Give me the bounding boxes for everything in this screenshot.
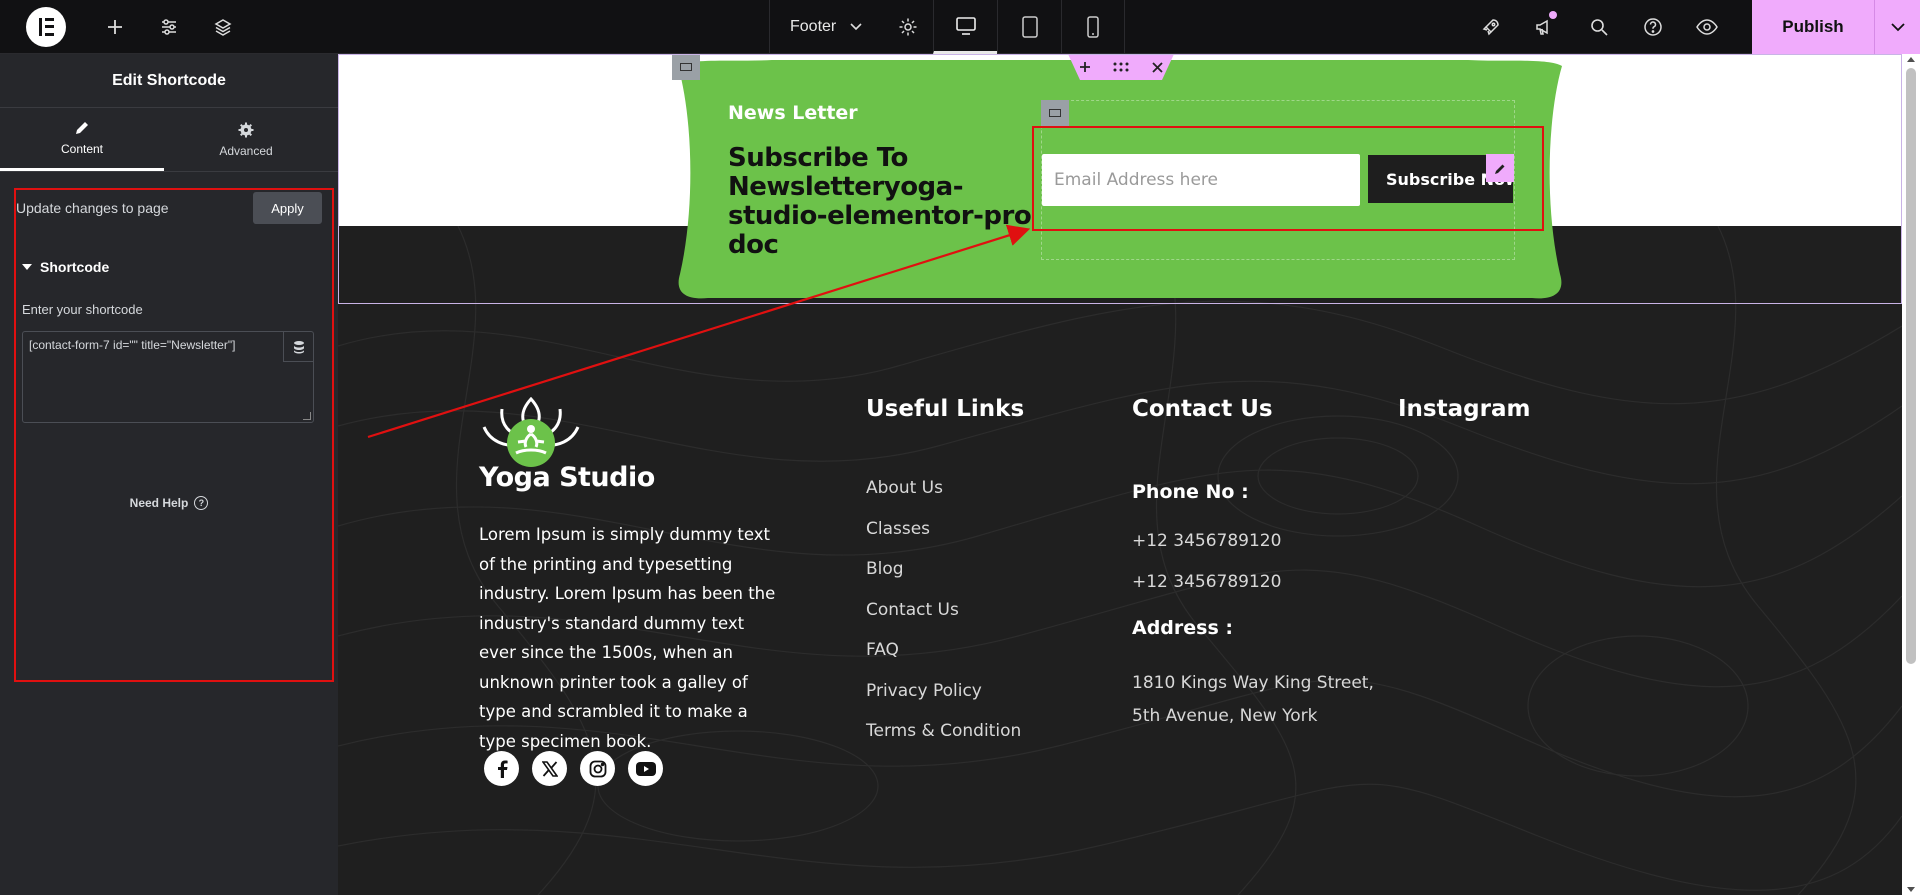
update-changes-text: Update changes to page [16,200,169,216]
document-selector[interactable]: Footer [769,0,933,54]
address-line-1: 1810 Kings Way King Street, [1132,673,1374,693]
canvas-scrollbar[interactable] [1902,54,1920,895]
social-links [484,751,663,786]
footer-brand-name: Yoga Studio [479,462,655,493]
section-edit-handle[interactable] [672,54,700,80]
panel-tabs: Content Advanced [0,108,338,172]
section-handle-icon [680,63,692,71]
tab-content-label: Content [60,142,104,156]
mobile-icon [1087,16,1099,38]
phone-number-1: +12 3456789120 [1132,531,1282,551]
footer-description: Lorem Ipsum is simply dummy text of the … [479,525,776,751]
desktop-icon [955,16,976,35]
gear-icon [238,122,254,137]
yoga-lotus-logo-icon [482,397,580,467]
rocket-icon[interactable] [1464,0,1518,54]
column-handle-icon [1049,109,1061,117]
preview-eye-icon[interactable] [1680,0,1734,54]
footer-link-faq[interactable]: FAQ [866,640,899,660]
newsletter-title: Subscribe To Newsletteryoga-studio-eleme… [728,143,1032,260]
pencil-icon [76,122,88,134]
useful-links-heading: Useful Links [866,396,1025,422]
x-icon[interactable] [532,751,567,786]
scrollbar-thumb[interactable] [1906,68,1916,664]
document-settings-gear-icon[interactable] [898,17,918,37]
device-tablet-button[interactable] [997,0,1061,54]
editor-canvas: News Letter Subscribe To Newsletteryoga-… [338,54,1902,895]
update-changes-row: Update changes to page Apply [16,190,322,226]
document-name: Footer [790,18,837,35]
apply-button[interactable]: Apply [253,192,322,224]
scroll-down-arrow-icon[interactable] [1907,887,1915,892]
contact-us-heading: Contact Us [1132,396,1273,422]
whats-new-megaphone-icon[interactable] [1518,0,1572,54]
chevron-down-icon [1890,22,1905,31]
scroll-up-arrow-icon[interactable] [1907,57,1915,62]
instagram-heading: Instagram [1398,396,1531,422]
shortcode-textarea[interactable]: [contact-form-7 id="" title="Newsletter"… [22,331,314,423]
footer-link-terms[interactable]: Terms & Condition [866,721,1021,741]
search-icon[interactable] [1572,0,1626,54]
tab-content[interactable]: Content [0,108,164,171]
resize-handle[interactable] [303,412,311,420]
footer-link-about[interactable]: About Us [866,478,943,498]
phone-number-2: +12 3456789120 [1132,572,1282,592]
youtube-icon[interactable] [628,751,663,786]
site-settings-icon[interactable] [142,0,196,54]
close-icon[interactable] [1152,61,1163,73]
dynamic-tags-button[interactable] [283,332,313,362]
footer-link-blog[interactable]: Blog [866,559,904,579]
drag-handle-icon[interactable] [1113,62,1129,72]
column-edit-handle[interactable] [1041,100,1069,126]
footer-link-contact[interactable]: Contact Us [866,600,959,620]
tablet-icon [1021,16,1038,38]
need-help-link[interactable]: Need Help ? [0,496,338,510]
shortcode-field-label: Enter your shortcode [22,302,143,317]
shortcode-value: [contact-form-7 id="" title="Newsletter"… [29,338,236,352]
address-label: Address : [1132,617,1233,639]
publish-options-button[interactable] [1874,0,1920,54]
notification-dot [1549,11,1557,19]
need-help-label: Need Help [129,496,189,510]
add-element-icon[interactable] [88,0,142,54]
footer-link-privacy[interactable]: Privacy Policy [866,681,982,701]
editor-sidebar-panel: Edit Shortcode Content Advanced Update c… [0,54,338,895]
footer-link-classes[interactable]: Classes [866,519,930,539]
caret-down-icon [22,264,32,270]
add-section-icon[interactable] [1079,61,1091,73]
panel-title: Edit Shortcode [0,54,338,108]
phone-label: Phone No : [1132,481,1249,503]
chevron-down-icon [850,23,862,31]
newsletter-label: News Letter [728,102,858,124]
address-line-2: 5th Avenue, New York [1132,706,1318,726]
tab-advanced-label: Advanced [219,143,273,158]
device-mobile-button[interactable] [1061,0,1125,54]
help-icon[interactable] [1626,0,1680,54]
editor-topbar: Footer Publish [0,0,1920,54]
facebook-icon[interactable] [484,751,519,786]
device-desktop-button[interactable] [933,0,997,54]
elementor-logo-icon[interactable] [26,6,66,47]
tab-advanced[interactable]: Advanced [164,108,328,171]
section-toolbar [1068,54,1174,80]
section-shortcode-toggle[interactable]: Shortcode [22,259,109,275]
section-title: Shortcode [40,259,110,275]
database-icon [293,340,304,353]
instagram-icon[interactable] [580,751,615,786]
structure-layers-icon[interactable] [196,0,250,54]
annotation-highlight-box [1032,126,1544,231]
publish-button[interactable]: Publish [1752,0,1874,54]
question-circle-icon: ? [194,496,209,510]
